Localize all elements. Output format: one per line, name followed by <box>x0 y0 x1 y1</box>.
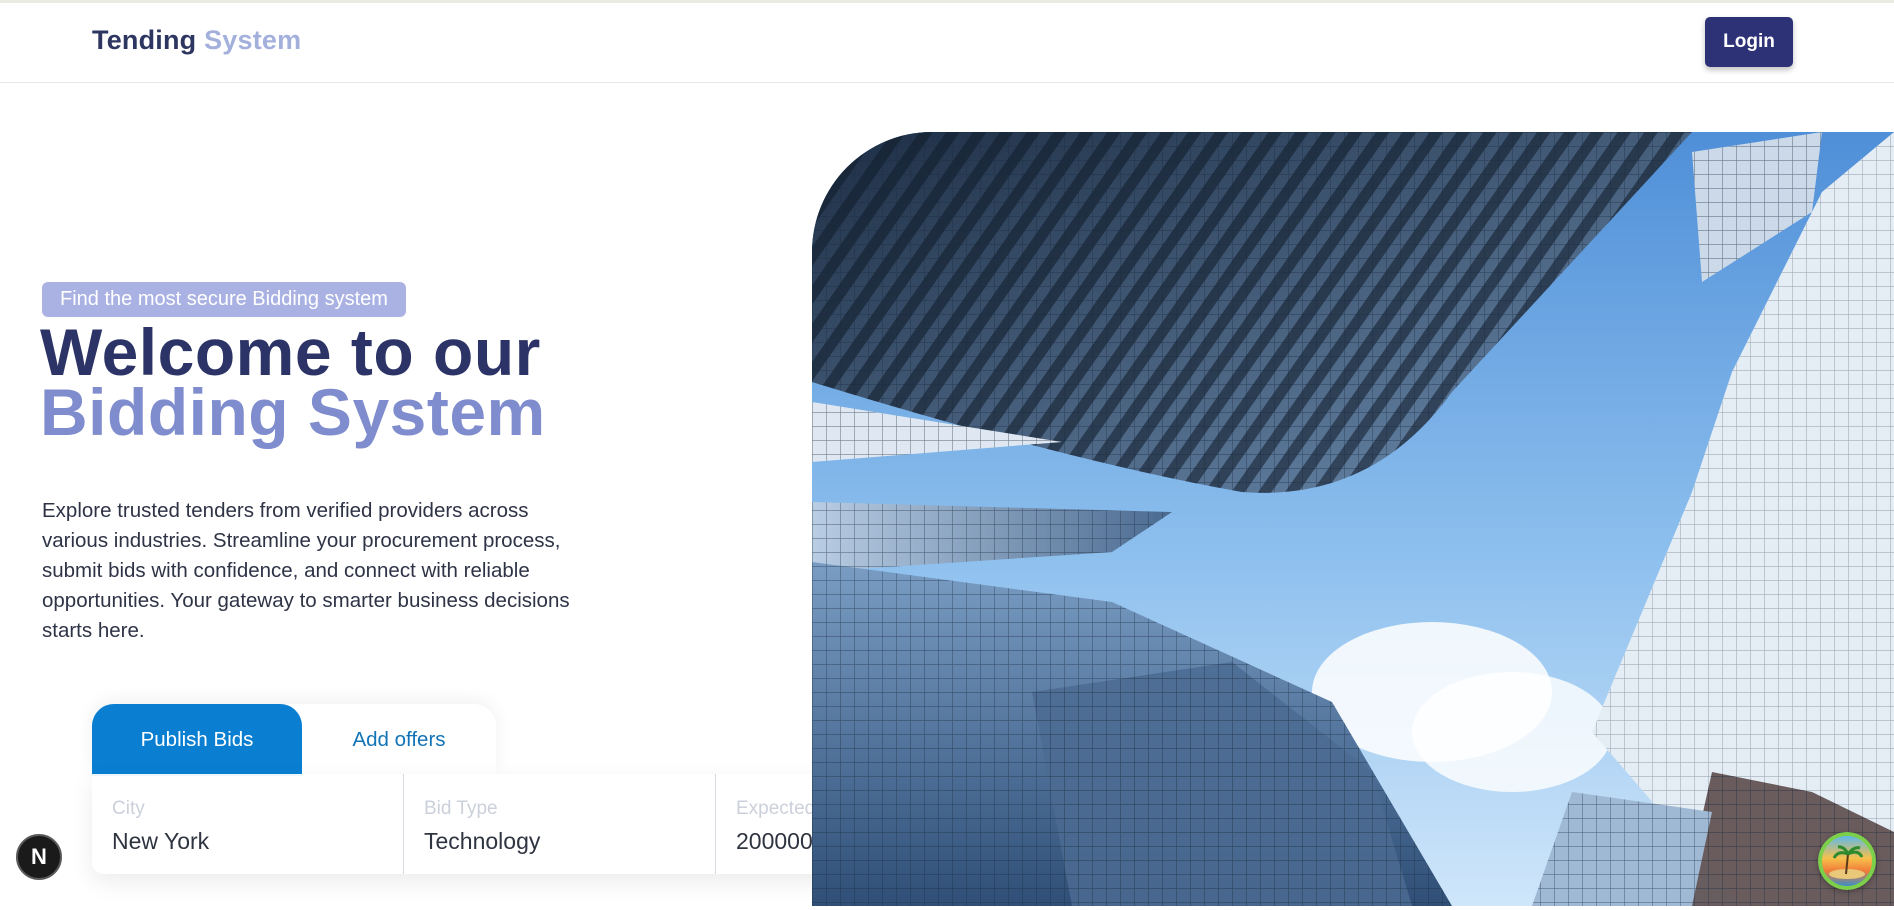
hero-title: Welcome to our Bidding System <box>40 315 546 449</box>
hero-skyscrapers-image <box>812 132 1894 906</box>
hero-title-line1: Welcome to our <box>40 315 541 389</box>
brand-text-secondary: System <box>204 25 302 55</box>
city-value[interactable]: New York <box>112 828 383 855</box>
hero-tagline-badge: Find the most secure Bidding system <box>42 282 406 317</box>
hero-description: Explore trusted tenders from verified pr… <box>42 499 570 642</box>
bid-tabs: Publish Bids Add offers <box>92 704 496 776</box>
island-sunset-icon[interactable] <box>1818 832 1876 890</box>
login-button[interactable]: Login <box>1705 17 1793 67</box>
city-field[interactable]: City New York <box>92 774 404 874</box>
hero-title-line2: Bidding System <box>40 375 546 449</box>
brand-logo[interactable]: Tending System <box>92 25 301 56</box>
bid-type-label: Bid Type <box>424 798 498 819</box>
tab-publish-bids[interactable]: Publish Bids <box>92 704 302 776</box>
brand-text-primary: Tending <box>92 25 197 55</box>
bid-type-value[interactable]: Technology <box>424 828 695 855</box>
bid-type-field[interactable]: Bid Type Technology <box>404 774 716 874</box>
tab-add-offers[interactable]: Add offers <box>302 704 496 776</box>
n-dev-badge[interactable]: N <box>16 834 62 880</box>
site-header: Tending System Login <box>0 3 1894 83</box>
city-label: City <box>112 798 145 819</box>
